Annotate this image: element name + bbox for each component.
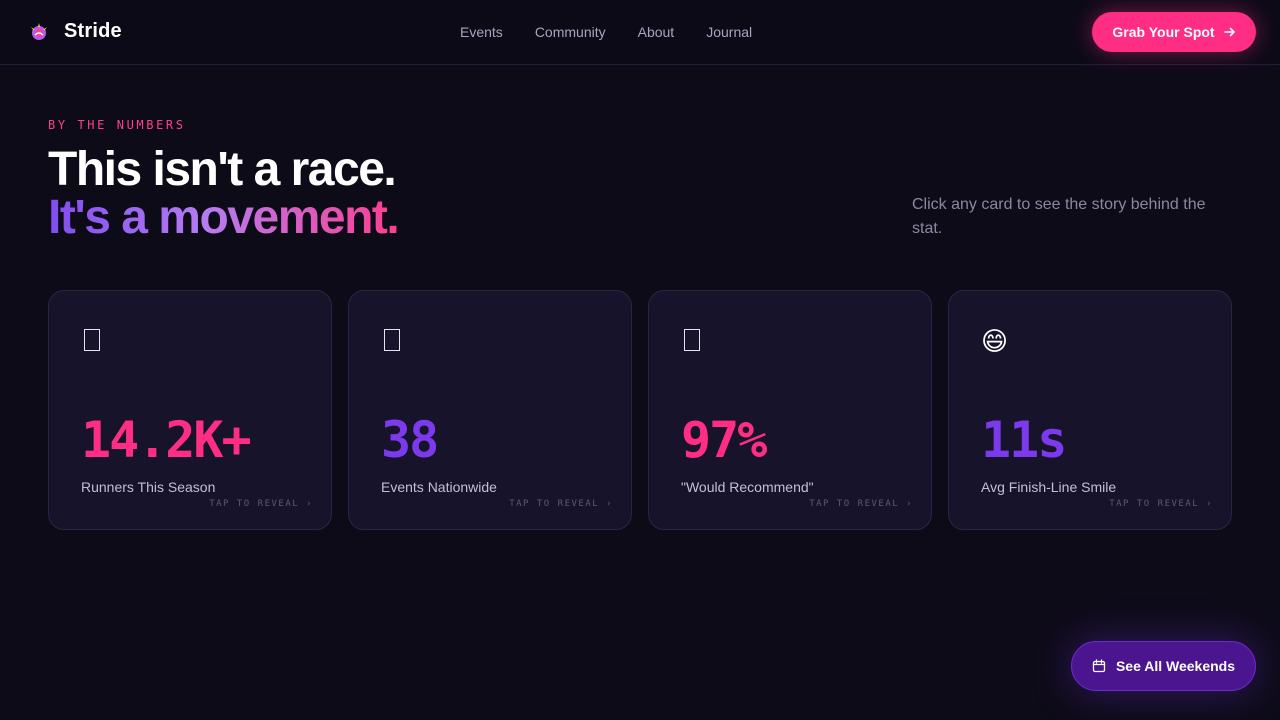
stat-value: 38: [381, 411, 439, 469]
stat-value: 14.2K+: [81, 411, 252, 469]
section-hint: Click any card to see the story behind t…: [912, 196, 1206, 237]
floating-button-label: See All Weekends: [1115, 658, 1236, 674]
top-navigation-bar: Stride Events Community About Journal Gr…: [0, 0, 1280, 65]
cta-label: Grab Your Spot: [1112, 24, 1215, 40]
nav-item-about[interactable]: About: [638, 24, 675, 40]
stat-card-recommend[interactable]: 97% "Would Recommend" TAP TO REVEAL ›: [648, 290, 932, 530]
stat-card-smile[interactable]: 😄 11s Avg Finish-Line Smile TAP TO REVEA…: [948, 290, 1232, 530]
stat-value: 11s: [981, 411, 1067, 469]
headline-line-2: It's a movement.: [48, 191, 400, 244]
stat-label: Runners This Season: [81, 479, 216, 495]
stat-value: 97%: [681, 411, 767, 469]
grab-your-spot-button[interactable]: Grab Your Spot: [1092, 12, 1256, 52]
see-all-weekends-button[interactable]: See All Weekends: [1071, 641, 1256, 691]
stat-card-events[interactable]: 38 Events Nationwide TAP TO REVEAL ›: [348, 290, 632, 530]
calendar-icon: [1092, 659, 1106, 673]
tap-to-reveal-hint: TAP TO REVEAL ›: [809, 499, 913, 509]
nav-item-events[interactable]: Events: [460, 24, 503, 40]
stat-label: Avg Finish-Line Smile: [981, 479, 1117, 495]
grinning-face-icon: 😄: [981, 326, 1009, 356]
tap-to-reveal-hint: TAP TO REVEAL ›: [509, 499, 613, 509]
main-nav: Events Community About Journal: [460, 24, 784, 40]
tap-to-reveal-hint: TAP TO REVEAL ›: [1109, 499, 1213, 509]
stat-label: "Would Recommend": [681, 479, 814, 495]
brand[interactable]: Stride: [28, 20, 122, 43]
section-eyebrow: BY THE NUMBERS: [48, 118, 186, 132]
headline-line-1: This isn't a race.: [48, 143, 397, 196]
brand-name: Stride: [64, 20, 122, 42]
arrow-right-icon: [1223, 27, 1235, 37]
stat-card-runners[interactable]: 14.2K+ Runners This Season TAP TO REVEAL…: [48, 290, 332, 530]
stat-label: Events Nationwide: [381, 479, 497, 495]
nav-item-journal[interactable]: Journal: [706, 24, 752, 40]
nav-item-community[interactable]: Community: [535, 24, 606, 40]
missing-glyph-icon: [81, 327, 109, 355]
missing-glyph-icon: [681, 327, 709, 355]
running-shoe-sparkle-icon: [28, 21, 50, 43]
missing-glyph-icon: [381, 327, 409, 355]
tap-to-reveal-hint: TAP TO REVEAL ›: [209, 499, 313, 509]
